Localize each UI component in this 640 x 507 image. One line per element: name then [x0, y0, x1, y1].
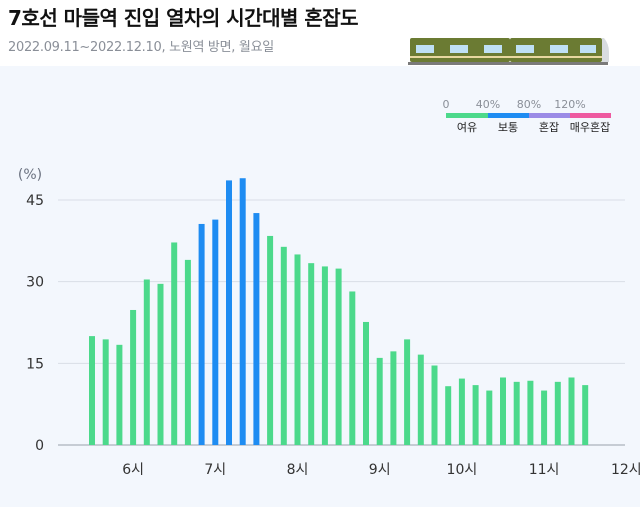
- legend-swatch-honjap: [529, 113, 570, 118]
- bar: [568, 377, 575, 445]
- legend-label-honjap: 혼잡: [539, 121, 559, 134]
- legend-tick-80: 80%: [517, 98, 541, 111]
- x-tick-label: 7시: [204, 462, 226, 478]
- y-tick-label: 0: [35, 438, 44, 454]
- legend-swatch-maeu-honjap: [570, 113, 611, 118]
- bar: [253, 213, 260, 445]
- legend-label-botong: 보통: [498, 121, 518, 134]
- bar: [363, 321, 369, 445]
- bar: [212, 219, 219, 445]
- bar: [102, 339, 109, 445]
- chart-panel: 0 40% 80% 120% 여유 보통 혼잡 매우혼잡 (%) 0 15 30 45…: [0, 66, 640, 507]
- train-icon: [408, 38, 609, 65]
- x-tick-label: 10시: [447, 462, 478, 478]
- y-unit-label: (%): [18, 167, 42, 183]
- bar: [116, 344, 123, 445]
- bar: [349, 291, 356, 445]
- legend-tick-40: 40%: [476, 98, 500, 111]
- bars: [89, 178, 589, 445]
- y-tick-label: 15: [26, 356, 44, 372]
- bar: [541, 390, 548, 445]
- bar: [458, 378, 465, 445]
- bar: [417, 354, 424, 445]
- x-tick-label: 8시: [287, 462, 309, 478]
- bar: [527, 380, 534, 445]
- legend-label-yeoyu: 여유: [457, 121, 477, 134]
- legend-swatch-yeoyu: [446, 113, 488, 118]
- bar: [513, 381, 520, 445]
- bar: [445, 386, 452, 445]
- bar: [582, 385, 589, 445]
- chart-title: 7호선 마들역 진입 열차의 시간대별 혼잡도: [8, 6, 359, 30]
- bar: [431, 365, 438, 445]
- congestion-chart: 0 40% 80% 120% 여유 보통 혼잡 매우혼잡 (%) 0 15 30 45…: [18, 98, 640, 478]
- y-tick-label: 45: [26, 193, 44, 209]
- legend: 0 40% 80% 120% 여유 보통 혼잡 매우혼잡: [443, 98, 611, 134]
- y-tick-label: 30: [26, 275, 44, 291]
- legend-label-maeu-honjap: 매우혼잡: [570, 121, 610, 134]
- x-tick-label: 6시: [122, 462, 144, 478]
- chart-subtitle: 2022.09.11~2022.12.10, 노원역 방면, 월요일: [8, 40, 274, 55]
- x-tick-label: 9시: [369, 462, 391, 478]
- x-ticks: 6시 7시 8시 9시 10시 11시 12시: [122, 462, 640, 478]
- bar: [472, 385, 479, 445]
- bar: [171, 242, 178, 445]
- bar: [143, 279, 150, 445]
- bar: [280, 246, 287, 445]
- bar: [390, 351, 397, 445]
- bar: [239, 178, 246, 445]
- bar: [335, 268, 342, 445]
- bar: [376, 357, 383, 445]
- bar: [500, 377, 506, 445]
- bar: [321, 266, 328, 445]
- bar: [404, 339, 411, 445]
- x-tick-label: 12시: [611, 462, 640, 478]
- bar: [184, 259, 191, 445]
- bar: [226, 180, 232, 445]
- bar: [294, 254, 301, 445]
- bar: [130, 309, 137, 445]
- legend-swatch-botong: [488, 113, 529, 118]
- x-tick-label: 11시: [529, 462, 560, 478]
- bar: [486, 390, 493, 445]
- legend-tick-120: 120%: [554, 98, 585, 111]
- bar: [308, 263, 315, 445]
- bar: [157, 283, 164, 445]
- bar: [267, 235, 274, 445]
- bar: [198, 223, 205, 445]
- legend-tick-0: 0: [443, 98, 450, 111]
- bar: [554, 381, 561, 445]
- bar: [89, 336, 95, 445]
